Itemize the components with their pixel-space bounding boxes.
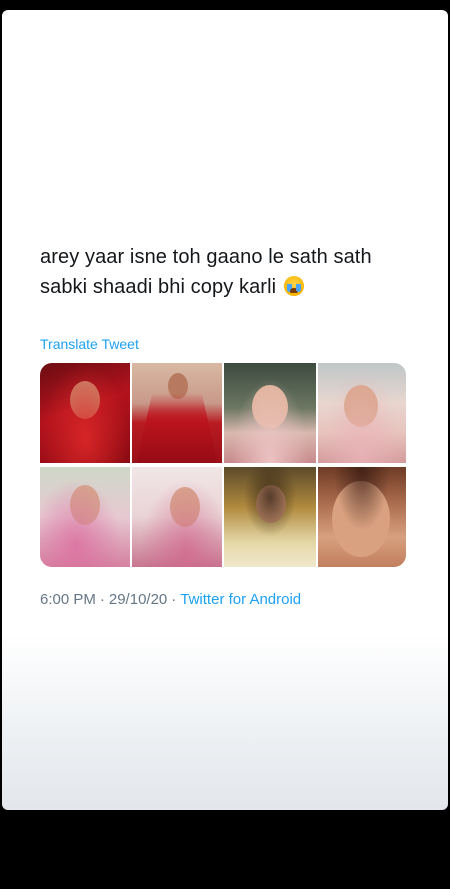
bride-red-veil-photo-1[interactable]	[40, 363, 130, 463]
tweet-date: 29/10/20	[108, 591, 168, 608]
bride-pastel-veil-photo-3[interactable]	[224, 363, 316, 463]
bride-pink-dupatta-photo-5[interactable]	[40, 467, 130, 567]
tweet-source-link[interactable]: Twitter for Android	[180, 591, 301, 608]
tweet-meta: 6:00 PM · 29/10/20 · Twitter for Android	[40, 591, 301, 608]
loudly-crying-face-icon	[283, 276, 304, 296]
bride-red-veil-photo-2[interactable]	[132, 363, 222, 463]
tweet-text: arey yaar isne toh gaano le sath sath sa…	[40, 242, 420, 302]
tweet-time: 6:00 PM	[40, 591, 96, 608]
tweet-text-line-2-wrap: sabki shaadi bhi copy karli	[40, 272, 420, 302]
bride-pastel-veil-photo-4[interactable]	[318, 363, 406, 463]
tweet-text-line-1: arey yaar isne toh gaano le sath sath	[40, 246, 372, 268]
bride-closeup-photo-8[interactable]	[318, 467, 406, 567]
tweet-card: arey yaar isne toh gaano le sath sath sa…	[2, 10, 448, 810]
tweet-text-line-2: sabki shaadi bhi copy karli	[40, 276, 277, 298]
meta-separator-1: ·	[99, 591, 105, 608]
translate-tweet-link[interactable]: Translate Tweet	[40, 336, 139, 352]
tweet-media-grid[interactable]	[40, 363, 406, 567]
bride-gold-veil-photo-7[interactable]	[224, 467, 316, 567]
meta-separator-2: ·	[171, 591, 177, 608]
bride-pink-dupatta-photo-6[interactable]	[132, 467, 222, 567]
